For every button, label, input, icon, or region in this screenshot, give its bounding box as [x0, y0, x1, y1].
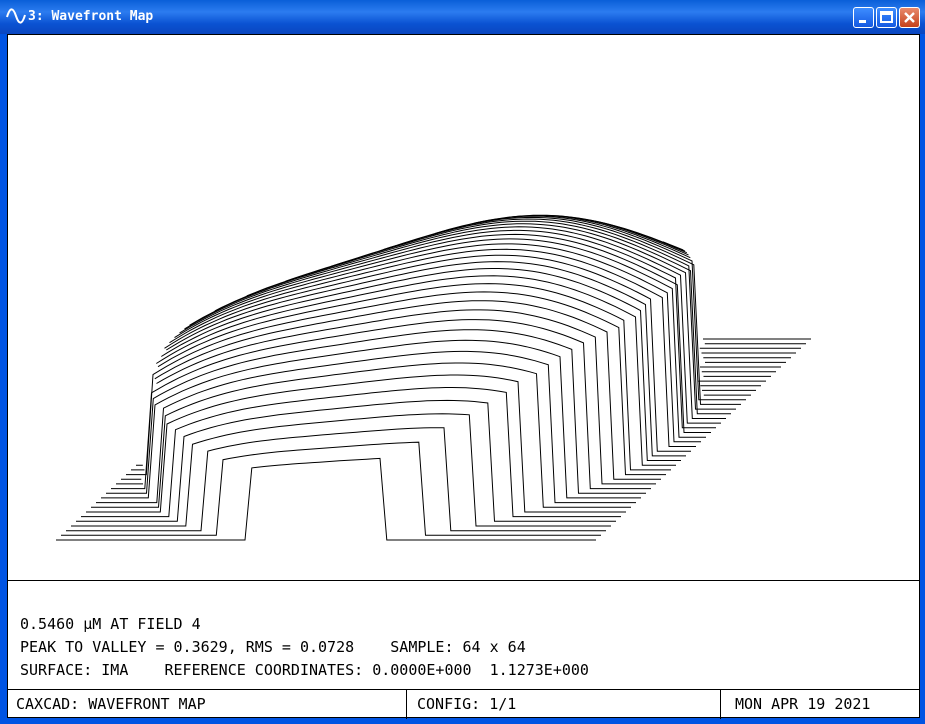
surface-profile-line — [66, 427, 606, 532]
status-divider — [8, 689, 919, 690]
wavefront-surface-plot — [56, 214, 811, 541]
status-program: CAXCAD: WAVEFRONT MAP — [16, 695, 206, 713]
maximize-icon — [880, 11, 893, 23]
surface-profile-line — [214, 226, 721, 424]
surface-profile-line — [179, 238, 706, 438]
surface-profile-line — [184, 233, 711, 433]
close-button[interactable] — [899, 7, 920, 28]
surface-profile-line — [86, 374, 626, 513]
minimize-button[interactable] — [853, 7, 874, 28]
close-icon — [904, 12, 915, 23]
minimize-icon — [859, 20, 866, 23]
surface-profile-line — [91, 362, 631, 508]
title-bar[interactable]: 3: Wavefront Map — [0, 0, 925, 34]
status-separator — [720, 689, 721, 719]
surface-profile-line — [169, 248, 696, 447]
peak-valley-rms-text: PEAK TO VALLEY = 0.3629, RMS = 0.0728 SA… — [20, 638, 526, 656]
surface-profile-line — [96, 350, 636, 504]
window-title: 3: Wavefront Map — [28, 9, 154, 24]
status-separator — [406, 689, 407, 719]
client-area: 0.5460 µM AT FIELD 4 PEAK TO VALLEY = 0.… — [7, 34, 920, 719]
surface-profile-line — [131, 283, 671, 471]
surface-profile-line — [71, 413, 611, 527]
surface-profile-line — [56, 457, 596, 541]
status-config: CONFIG: 1/1 — [417, 695, 517, 713]
maximize-button[interactable] — [876, 7, 897, 28]
wavelength-field-text: 0.5460 µM AT FIELD 4 — [20, 615, 201, 633]
plot-divider — [8, 580, 919, 581]
wave-icon — [6, 8, 26, 24]
status-date: MON APR 19 2021 — [735, 695, 871, 713]
surface-reference-text: SURFACE: IMA REFERENCE COORDINATES: 0.00… — [20, 661, 589, 679]
wavefront-map-window: 3: Wavefront Map 0.5460 µM AT FIELD 4 PE… — [0, 0, 925, 724]
surface-profile-line — [189, 229, 716, 429]
